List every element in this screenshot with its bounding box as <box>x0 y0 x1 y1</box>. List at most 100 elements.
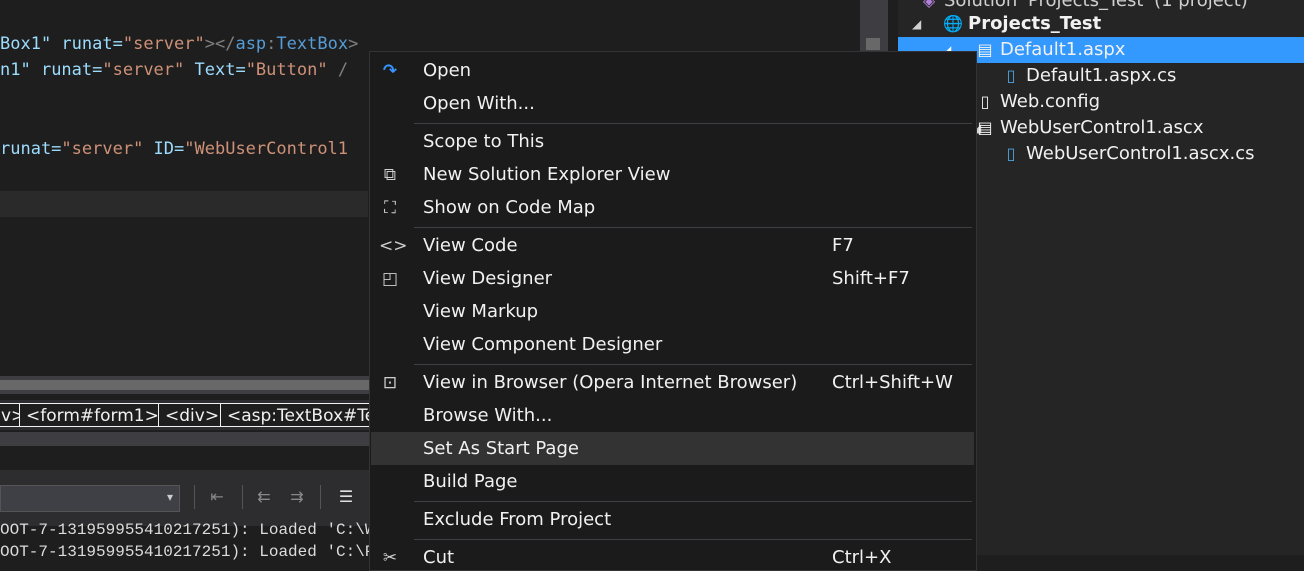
tree-item-label: WebUserControl1.ascx <box>1000 117 1204 138</box>
toolbar-separator <box>194 485 195 509</box>
tree-item-label: Default1.aspx <box>1000 39 1126 60</box>
menu-separator <box>414 501 972 502</box>
menu-item-shortcut: F7 <box>832 235 854 256</box>
browser-icon: ⊡ <box>382 373 398 393</box>
menu-item-cut[interactable]: ✂ Cut Ctrl+X <box>371 541 974 570</box>
menu-item-build-page[interactable]: Build Page <box>371 465 974 498</box>
output-toolbar: ▾ ⇤ ⇇ ⇉ ☰ <box>0 470 370 526</box>
pane-splitter[interactable] <box>0 432 370 446</box>
tree-item-label: Default1.aspx.cs <box>1026 65 1177 86</box>
menu-item-label: View Designer <box>423 268 553 289</box>
menu-item-show-on-code-map[interactable]: ⛶ Show on Code Map <box>371 191 974 224</box>
tree-item-webusercontrol1-ascx[interactable]: ▤ WebUserControl1.ascx <box>974 115 1203 141</box>
menu-item-label: Scope to This <box>423 131 545 152</box>
designer-icon: ◰ <box>381 269 399 289</box>
cs-file-icon: ▯ <box>1006 144 1016 163</box>
menu-item-label: Set As Start Page <box>423 438 579 459</box>
menu-item-exclude-from-project[interactable]: Exclude From Project <box>371 503 974 536</box>
aspx-file-icon: ▤ <box>977 40 993 59</box>
code-line-2: n1" runat="server" Text="Button" / <box>0 57 348 83</box>
chevron-down-icon: ▾ <box>166 490 173 504</box>
menu-item-shortcut: Ctrl+Shift+W <box>832 372 953 393</box>
code-token: Text= <box>184 60 246 80</box>
breadcrumb-item[interactable]: <div> <box>158 403 227 427</box>
expand-triangle-icon[interactable]: ◢ <box>912 17 921 31</box>
next-message-icon[interactable]: ⇉ <box>284 484 310 510</box>
code-token: "Button" <box>245 60 328 80</box>
toolbar-separator <box>320 485 321 509</box>
scrollbar-thumb[interactable] <box>866 38 880 50</box>
menu-item-label: View Component Designer <box>423 334 663 355</box>
code-token: n1" <box>0 60 31 80</box>
solution-label: Solution 'Projects_Test' (1 project) <box>944 0 1248 11</box>
menu-item-open-with[interactable]: Open With... <box>371 87 974 120</box>
code-line-1: Box1" runat="server"></asp:TextBox> <box>0 31 358 57</box>
html-breadcrumb: v> <form#form1> <div> <asp:TextBox#Te <box>0 400 383 430</box>
code-token: runat= <box>0 139 62 159</box>
tree-item-label: Web.config <box>1000 91 1101 112</box>
menu-item-shortcut: Ctrl+X <box>832 547 892 568</box>
menu-item-label: Cut <box>423 547 455 568</box>
menu-separator <box>414 227 972 228</box>
menu-separator <box>414 123 972 124</box>
project-node[interactable]: 🌐 Projects_Test <box>942 11 1101 37</box>
menu-item-label: Open With... <box>423 93 535 114</box>
code-token: > <box>348 34 359 54</box>
tree-item-default1-aspx-cs[interactable]: ▯ Default1.aspx.cs <box>1000 63 1177 89</box>
menu-item-label: View in Browser (Opera Internet Browser) <box>423 372 798 393</box>
tree-item-webusercontrol1-ascx-cs[interactable]: ▯ WebUserControl1.ascx.cs <box>1000 141 1255 167</box>
menu-item-shortcut: Shift+F7 <box>832 268 910 289</box>
code-token: Box1" <box>0 34 52 54</box>
menu-item-label: Build Page <box>423 471 518 492</box>
menu-item-view-component-designer[interactable]: View Component Designer <box>371 328 974 361</box>
menu-item-label: Exclude From Project <box>423 509 612 530</box>
new-view-icon: ⧉ <box>383 165 397 185</box>
output-line: OOT-7-131959955410217251): Loaded 'C:\Pr… <box>0 543 404 561</box>
code-token: "server" <box>102 60 185 80</box>
menu-item-view-markup[interactable]: View Markup <box>371 295 974 328</box>
cs-file-icon: ▯ <box>1006 66 1016 85</box>
menu-item-label: Browse With... <box>423 405 553 426</box>
code-map-icon: ⛶ <box>384 198 396 218</box>
menu-item-new-solution-explorer-view[interactable]: ⧉ New Solution Explorer View <box>371 158 974 191</box>
menu-item-label: Open <box>423 60 472 81</box>
goto-line-icon[interactable]: ⇤ <box>204 484 230 510</box>
menu-separator <box>414 539 972 540</box>
output-line: OOT-7-131959955410217251): Loaded 'C:\Wi… <box>0 521 404 539</box>
menu-item-label: Show on Code Map <box>423 197 596 218</box>
output-source-dropdown[interactable]: ▾ <box>0 485 180 512</box>
code-line-4: runat="server" ID="WebUserControl1 <box>0 136 348 162</box>
menu-item-view-designer[interactable]: ◰ View Designer Shift+F7 <box>371 262 974 295</box>
toolbar-separator <box>242 485 243 509</box>
code-token: : <box>266 34 277 54</box>
scrollbar-thumb[interactable] <box>0 380 370 390</box>
menu-item-open[interactable]: ↷ Open <box>371 54 974 87</box>
menu-item-view-in-browser[interactable]: ⊡ View in Browser (Opera Internet Browse… <box>371 366 974 399</box>
code-token: TextBox <box>276 34 349 54</box>
tree-item-label: WebUserControl1.ascx.cs <box>1026 143 1255 164</box>
code-token: "server" <box>61 139 144 159</box>
clear-all-icon[interactable]: ☰ <box>333 484 359 510</box>
menu-item-set-as-start-page[interactable]: Set As Start Page <box>371 432 974 465</box>
code-token: ID= <box>143 139 185 159</box>
code-token: ></ <box>204 34 236 54</box>
menu-separator <box>414 364 972 365</box>
ascx-file-icon: ▤ <box>977 118 993 137</box>
breadcrumb-item[interactable]: <asp:TextBox#Te <box>220 403 383 427</box>
code-brackets-icon: <> <box>379 236 408 256</box>
tree-item-default1-aspx[interactable]: ▤ Default1.aspx <box>974 37 1125 63</box>
menu-item-label: New Solution Explorer View <box>423 164 671 185</box>
context-menu: ↷ Open Open With... Scope to This ⧉ New … <box>369 51 977 571</box>
tree-item-web-config[interactable]: ▯ Web.config <box>974 89 1100 115</box>
menu-item-view-code[interactable]: <> View Code F7 <box>371 229 974 262</box>
code-token: "WebUserControl1 <box>184 139 349 159</box>
menu-item-browse-with[interactable]: Browse With... <box>371 399 974 432</box>
menu-item-scope-to-this[interactable]: Scope to This <box>371 125 974 158</box>
editor-horizontal-scrollbar[interactable] <box>0 376 370 394</box>
cut-icon: ✂ <box>382 548 398 568</box>
previous-message-icon[interactable]: ⇇ <box>251 484 277 510</box>
solution-icon: ◈ <box>922 0 936 10</box>
config-file-icon: ▯ <box>980 92 990 111</box>
breadcrumb-item[interactable]: <form#form1> <box>19 403 166 427</box>
code-token: asp <box>235 34 267 54</box>
